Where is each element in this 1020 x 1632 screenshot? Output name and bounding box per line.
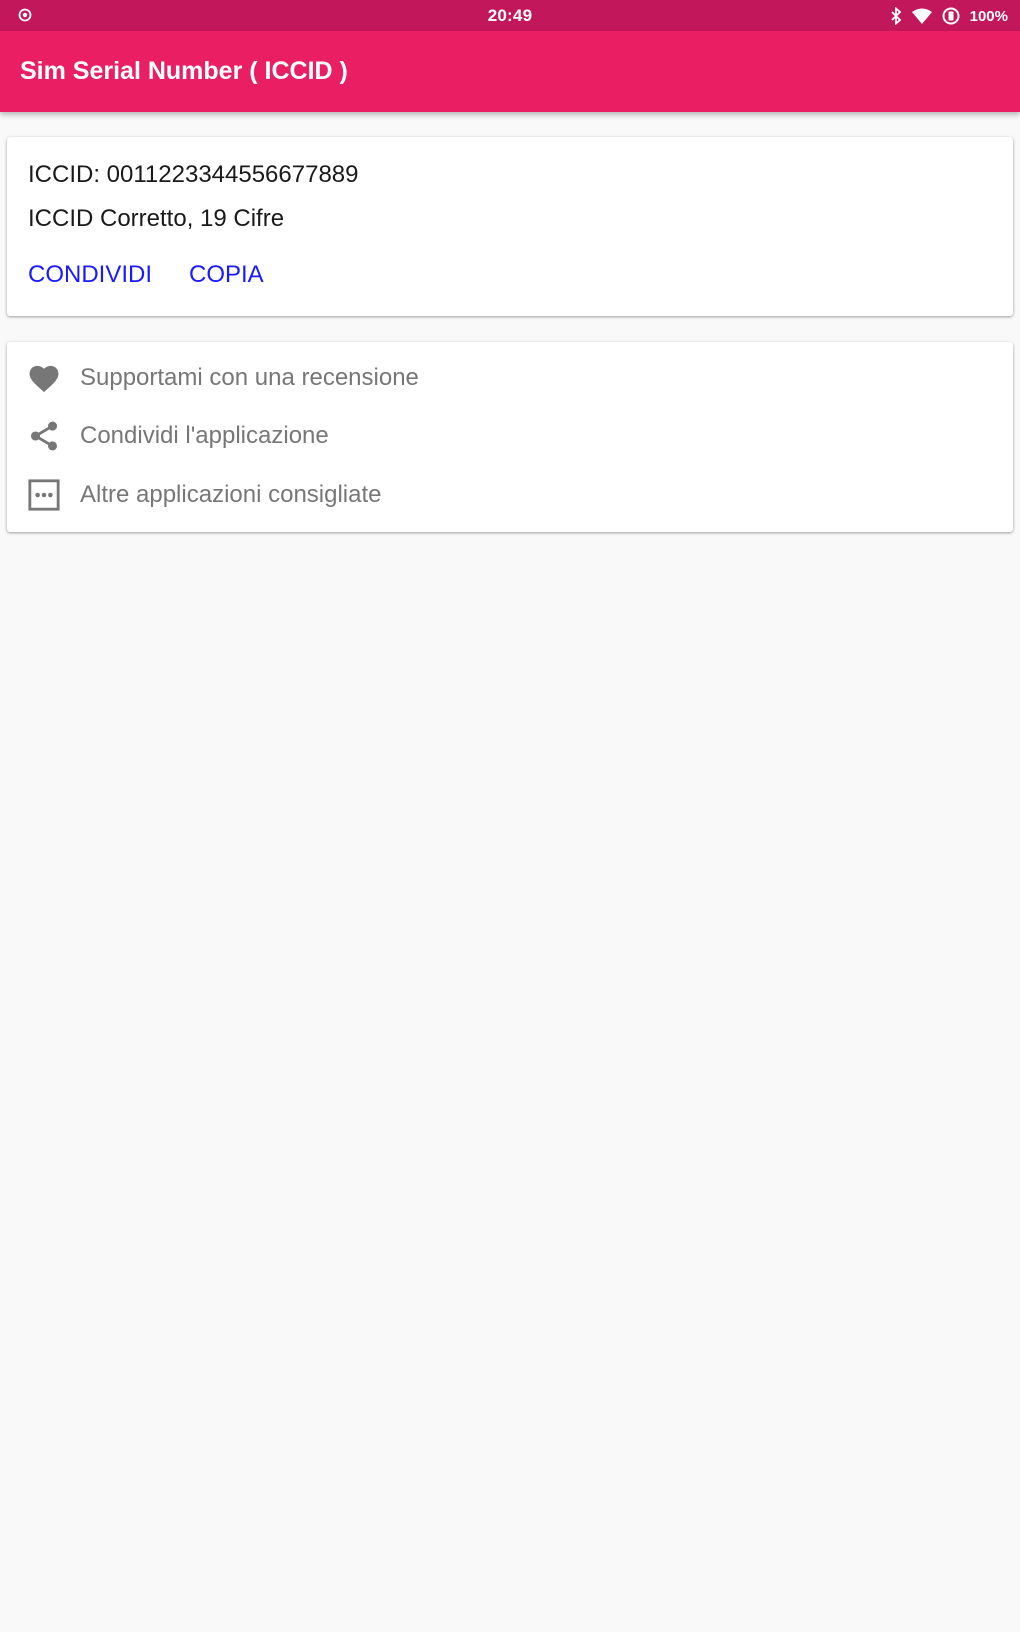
heart-icon [26,360,62,396]
links-card: Supportami con una recensione Condividi … [7,342,1013,532]
more-apps-link[interactable]: Altre applicazioni consigliate [26,475,986,515]
page-title: Sim Serial Number ( ICCID ) [20,57,348,85]
more-apps-link-label: Altre applicazioni consigliate [80,481,382,508]
app-bar: Sim Serial Number ( ICCID ) [0,31,1020,112]
share-app-link-label: Condividi l'applicazione [80,422,329,449]
status-bar: 20:49 100% [0,0,1020,31]
status-icons: 100% [890,5,1008,27]
more-apps-icon [26,477,62,513]
iccid-status: ICCID Corretto, 19 Cifre [28,205,285,232]
share-button[interactable]: CONDIVIDI [28,261,152,289]
review-link[interactable]: Supportami con una recensione [26,358,986,398]
bluetooth-icon [890,7,901,25]
data-saver-icon [942,7,960,25]
wifi-icon [911,8,932,24]
battery-level: 100% [969,7,1008,25]
review-link-label: Supportami con una recensione [80,364,419,391]
iccid-card: ICCID: 0011223344556677889 ICCID Corrett… [7,137,1013,316]
copy-button[interactable]: COPIA [189,261,264,289]
status-time: 20:49 [487,6,533,25]
iccid-value: ICCID: 0011223344556677889 [28,161,359,188]
share-app-link[interactable]: Condividi l'applicazione [26,416,986,456]
share-icon [26,418,62,454]
